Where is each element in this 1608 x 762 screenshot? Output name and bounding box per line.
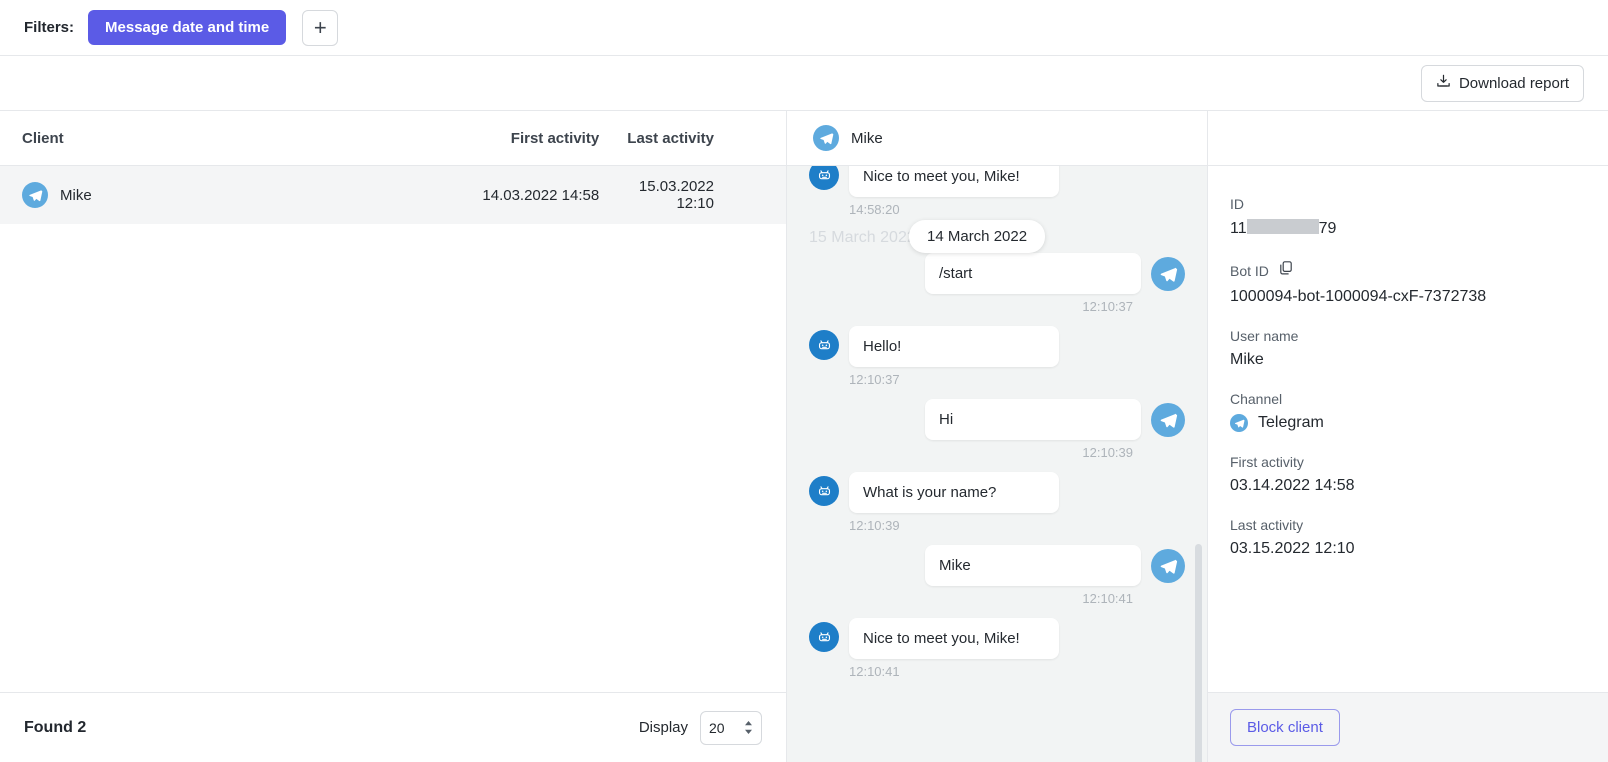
info-panel-footer: Block client: [1208, 692, 1608, 762]
download-report-label: Download report: [1459, 75, 1569, 92]
redacted-block: [1247, 219, 1319, 234]
message-row: /start: [809, 253, 1185, 294]
plus-icon: +: [314, 17, 327, 39]
first-activity-label: First activity: [1230, 454, 1608, 470]
table-header-row: Client First activity Last activity: [0, 111, 786, 166]
message-bubble: Mike: [925, 545, 1141, 586]
filter-chip-message-date-and-time[interactable]: Message date and time: [88, 10, 286, 45]
floating-date-badge: 14 March 2022: [909, 220, 1045, 253]
table-cell-client: Mike: [0, 182, 399, 208]
message-row: Nice to meet you, Mike!: [809, 618, 1185, 659]
download-icon: [1436, 74, 1451, 93]
id-value: 11 79: [1230, 219, 1608, 238]
chat-header: Mike: [787, 111, 1207, 166]
channel-value-group: Telegram: [1230, 414, 1608, 432]
message-timestamp: 12:10:37: [809, 299, 1133, 314]
message-row: What is your name?: [809, 472, 1185, 513]
message-timestamp: 12:10:37: [849, 372, 1185, 387]
found-count: Found 2: [24, 719, 86, 737]
display-label: Display: [639, 719, 688, 736]
telegram-icon: [1151, 257, 1185, 291]
bot-id-label-group: Bot ID: [1230, 260, 1608, 281]
display-group: Display 20: [639, 711, 762, 745]
channel-value: Telegram: [1258, 414, 1324, 432]
clients-table-pane: Client First activity Last activity Mike…: [0, 111, 787, 762]
user-name-value: Mike: [1230, 351, 1608, 369]
message-bubble: Hello!: [849, 326, 1059, 367]
chat-pane: Mike 14 March 2022: [787, 111, 1208, 762]
message-timestamp: 12:10:39: [849, 518, 1185, 533]
bot-avatar-icon: [809, 330, 839, 360]
body-split: Client First activity Last activity Mike…: [0, 111, 1608, 762]
bot-avatar-icon: [809, 166, 839, 190]
chat-scrollbar[interactable]: [1195, 544, 1202, 762]
last-activity-value: 03.15.2022 12:10: [1230, 540, 1608, 558]
message-bubble: Hi: [925, 399, 1141, 440]
display-page-size-value: 20: [709, 720, 725, 736]
telegram-icon: [22, 182, 48, 208]
message-row: Hi: [809, 399, 1185, 440]
column-header-last-activity[interactable]: Last activity: [599, 130, 786, 147]
bot-avatar-icon: [809, 622, 839, 652]
message-bubble: Nice to meet you, Mike!: [849, 166, 1059, 197]
table-cell-first-activity: 14.03.2022 14:58: [399, 187, 599, 204]
message-timestamp: 12:10:41: [809, 591, 1133, 606]
display-page-size-select[interactable]: 20: [700, 711, 762, 745]
table-row[interactable]: Mike 14.03.2022 14:58 15.03.2022 12:10: [0, 166, 786, 224]
id-label: ID: [1230, 196, 1608, 212]
bot-avatar-icon: [809, 476, 839, 506]
table-cell-client-name: Mike: [60, 187, 92, 204]
message-bubble: What is your name?: [849, 472, 1059, 513]
bot-id-label: Bot ID: [1230, 263, 1269, 279]
message-bubble: Nice to meet you, Mike!: [849, 618, 1059, 659]
table-footer: Found 2 Display 20: [0, 692, 786, 762]
id-suffix: 79: [1319, 220, 1337, 237]
stepper-arrows-icon: [744, 721, 753, 734]
client-info-panel: ID 11 79 Bot ID 1000094-bot-1000094-cxF-7…: [1208, 111, 1608, 762]
chat-title: Mike: [851, 130, 883, 147]
message-row: Nice to meet you, Mike!: [809, 166, 1185, 197]
id-prefix: 11: [1230, 220, 1247, 237]
message-row: Hello!: [809, 326, 1185, 367]
download-report-button[interactable]: Download report: [1421, 65, 1584, 102]
filters-label: Filters:: [24, 19, 74, 36]
info-panel-header: [1208, 111, 1608, 166]
info-panel-body: ID 11 79 Bot ID 1000094-bot-1000094-cxF-7…: [1208, 166, 1608, 692]
last-activity-label: Last activity: [1230, 517, 1608, 533]
user-name-label: User name: [1230, 328, 1608, 344]
add-filter-button[interactable]: +: [302, 10, 338, 46]
client-dialogs-page: Filters: Message date and time + Downloa…: [0, 0, 1608, 762]
message-timestamp: 12:10:39: [809, 445, 1133, 460]
message-timestamp: 12:10:41: [849, 664, 1185, 679]
block-client-button[interactable]: Block client: [1230, 709, 1340, 746]
first-activity-value: 03.14.2022 14:58: [1230, 477, 1608, 495]
table-body: Mike 14.03.2022 14:58 15.03.2022 12:10: [0, 166, 786, 692]
table-cell-last-activity: 15.03.2022 12:10: [599, 178, 786, 212]
column-header-client[interactable]: Client: [0, 130, 399, 147]
telegram-icon: [813, 125, 839, 151]
telegram-icon: [1151, 549, 1185, 583]
filters-bar: Filters: Message date and time +: [0, 0, 1608, 56]
download-bar: Download report: [0, 56, 1608, 111]
message-bubble: /start: [925, 253, 1141, 294]
channel-label: Channel: [1230, 391, 1608, 407]
telegram-icon: [1230, 414, 1248, 432]
message-timestamp: 14:58:20: [849, 202, 1185, 217]
column-header-first-activity[interactable]: First activity: [399, 130, 599, 147]
message-row: Mike: [809, 545, 1185, 586]
chat-message-list[interactable]: 14 March 2022 Nice to meet you, Mike!: [787, 166, 1207, 762]
bot-id-value: 1000094-bot-1000094-cxF-7372738: [1230, 288, 1608, 306]
copy-icon[interactable]: [1278, 260, 1294, 281]
telegram-icon: [1151, 403, 1185, 437]
